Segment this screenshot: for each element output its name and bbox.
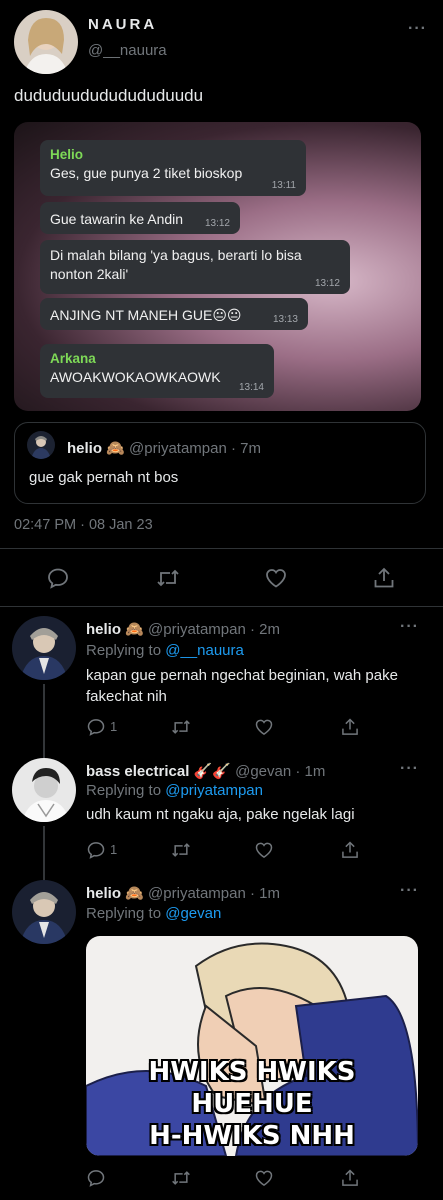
quoted-text: gue gak pernah nt bos <box>29 469 179 486</box>
share-icon[interactable] <box>340 840 360 860</box>
chat-message-2: Gue tawarin ke Andin 13:12 <box>40 202 240 234</box>
reply-author-handle[interactable]: @priyatampan <box>148 621 246 638</box>
tweet-media-image[interactable]: Helio Ges, gue punya 2 tiket bioskop 13:… <box>14 122 421 411</box>
replying-to-label: Replying to <box>86 782 162 799</box>
chat-message-text: Di malah bilang 'ya bagus, berarti lo bi… <box>50 247 302 282</box>
meme-caption-line: HUEHUE <box>191 1089 313 1119</box>
retweet-icon[interactable] <box>170 840 192 860</box>
share-icon[interactable] <box>340 1168 360 1188</box>
thread-line <box>43 684 45 760</box>
replying-to-handle[interactable]: @__nauura <box>165 642 244 659</box>
chat-sender: Arkana <box>50 351 96 366</box>
tweet-text: dududuudududududuudu <box>14 86 204 105</box>
comment-icon[interactable] <box>46 566 70 590</box>
reply-avatar[interactable] <box>12 758 76 822</box>
quoted-time: · 7m <box>231 440 261 457</box>
heart-icon[interactable] <box>264 566 288 590</box>
guitar-emoji-icon: 🎸🎸 <box>193 763 231 780</box>
replying-to-label: Replying to <box>86 642 162 659</box>
author-handle[interactable]: @__nauura <box>88 42 167 59</box>
chat-message-text: Ges, gue punya 2 tiket bioskop <box>50 165 243 182</box>
share-icon[interactable] <box>340 717 360 737</box>
heart-icon[interactable] <box>254 1168 274 1188</box>
more-options-icon[interactable]: ··· <box>400 618 419 636</box>
chat-message-5: Arkana AWOAKWOKAOWKAOWK 13:14 <box>40 344 274 398</box>
retweet-icon[interactable] <box>170 1168 192 1188</box>
tweet-timestamp[interactable]: 02:47 PM · 08 Jan 23 <box>14 517 153 533</box>
comment-icon[interactable] <box>86 840 106 860</box>
reply-text: kapan gue pernah ngechat beginian, wah p… <box>86 667 398 705</box>
chat-message-4: ANJING NT MANEH GUE😐😐 13:13 <box>40 298 308 330</box>
monkey-emoji-icon: 🙈 <box>125 885 144 902</box>
heart-icon[interactable] <box>254 717 274 737</box>
reply-time: · 2m <box>250 621 280 638</box>
chat-message-text: Gue tawarin ke Andin <box>50 211 184 227</box>
quoted-author-handle: @priyatampan <box>129 440 227 457</box>
chat-message-text: ANJING NT MANEH GUE😐😐 <box>50 307 242 323</box>
author-display-name[interactable]: NAURA <box>88 16 157 33</box>
reply-time: · 1m <box>250 885 280 902</box>
reply-author-handle[interactable]: @priyatampan <box>148 885 246 902</box>
divider <box>0 548 443 549</box>
monkey-emoji-icon: 🙈 <box>106 440 125 457</box>
chat-message-text: AWOAKWOKAOWKAOWK <box>50 369 221 386</box>
replying-to-handle[interactable]: @priyatampan <box>165 782 263 799</box>
chat-time: 13:12 <box>204 217 230 229</box>
chat-time: 13:11 <box>271 179 296 191</box>
chat-message-1: Helio Ges, gue punya 2 tiket bioskop 13:… <box>40 140 306 196</box>
reply-time: · 1m <box>295 763 326 780</box>
reply-count: 1 <box>110 719 118 734</box>
comment-icon[interactable] <box>86 717 106 737</box>
more-options-icon[interactable]: ··· <box>408 20 427 38</box>
chat-time: 13:12 <box>314 277 340 289</box>
heart-icon[interactable] <box>254 840 274 860</box>
comment-icon[interactable] <box>86 1168 106 1188</box>
chat-sender: Helio <box>50 147 84 162</box>
reply-count: 1 <box>110 842 118 857</box>
chat-time: 13:14 <box>238 381 264 393</box>
reply-author-name[interactable]: bass electrical <box>86 763 189 780</box>
chat-time: 13:13 <box>272 313 298 325</box>
share-icon[interactable] <box>372 566 396 590</box>
quoted-avatar <box>27 431 55 459</box>
chat-message-3: Di malah bilang 'ya bagus, berarti lo bi… <box>40 240 350 294</box>
retweet-icon[interactable] <box>170 717 192 737</box>
meme-caption-line: HWIKS HWIKS <box>148 1057 356 1087</box>
reply-author-handle[interactable]: @gevan <box>235 763 291 780</box>
quoted-author-name: helio <box>67 440 103 457</box>
divider <box>0 606 443 607</box>
reply-avatar[interactable] <box>12 880 76 944</box>
monkey-emoji-icon: 🙈 <box>125 621 144 638</box>
reply-text: udh kaum nt ngaku aja, pake ngelak lagi <box>86 806 355 823</box>
thread-line <box>43 826 45 882</box>
reply-author-name[interactable]: helio <box>86 885 121 902</box>
reply-avatar[interactable] <box>12 616 76 680</box>
more-options-icon[interactable]: ··· <box>400 760 419 778</box>
reply-author-name[interactable]: helio <box>86 621 121 638</box>
quoted-tweet[interactable]: helio 🙈 @priyatampan · 7m gue gak pernah… <box>14 422 426 504</box>
more-options-icon[interactable]: ··· <box>400 882 419 900</box>
meme-caption-line: H-HWIKS NHH <box>149 1121 355 1151</box>
replying-to-label: Replying to <box>86 905 162 922</box>
retweet-icon[interactable] <box>155 566 181 590</box>
replying-to-handle[interactable]: @gevan <box>165 905 221 922</box>
meme-caption: HWIKS HWIKS HUEHUE H-HWIKS NHH <box>86 1056 418 1152</box>
author-avatar[interactable] <box>14 10 78 74</box>
reply-media-image[interactable]: HWIKS HWIKS HUEHUE H-HWIKS NHH <box>86 936 418 1156</box>
